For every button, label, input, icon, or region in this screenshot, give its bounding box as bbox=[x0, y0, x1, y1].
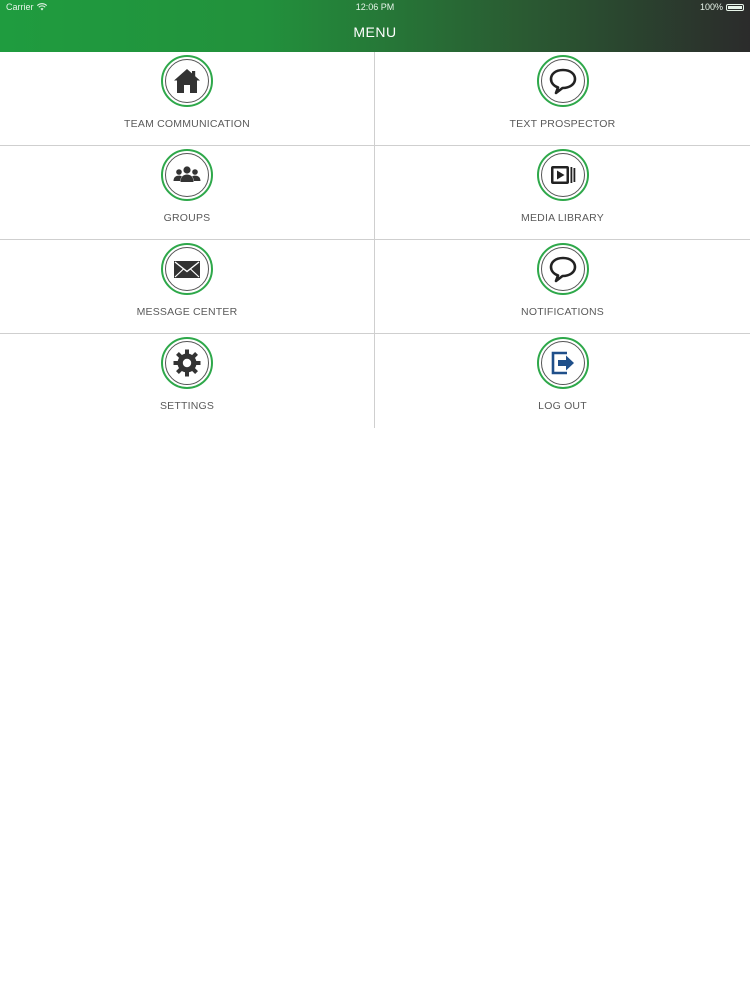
people-icon bbox=[161, 149, 213, 201]
speech-bubble-icon bbox=[536, 55, 589, 107]
menu-item-settings[interactable]: SETTINGS bbox=[0, 334, 375, 428]
battery-percent: 100% bbox=[699, 2, 723, 12]
menu-item-label: LOG OUT bbox=[538, 400, 587, 412]
menu-item-label: SETTINGS bbox=[159, 400, 215, 412]
speech-bubble-icon bbox=[536, 243, 589, 295]
media-play-icon bbox=[536, 149, 589, 201]
page-title: MENU bbox=[353, 24, 397, 40]
menu-item-text-prospector[interactable]: TEXT PROSPECTOR bbox=[375, 52, 750, 146]
status-bar: Carrier 12:06 PM 100% bbox=[0, 0, 750, 14]
menu-item-groups[interactable]: GROUPS bbox=[0, 146, 375, 240]
envelope-icon bbox=[161, 243, 213, 295]
menu-item-team-communication[interactable]: TEAM COMMUNICATION bbox=[0, 52, 375, 146]
menu-item-log-out[interactable]: LOG OUT bbox=[375, 334, 750, 428]
header-bar: Carrier 12:06 PM 100% MENU bbox=[0, 0, 750, 52]
status-time: 12:06 PM bbox=[355, 2, 395, 12]
logout-icon bbox=[536, 337, 589, 389]
menu-item-notifications[interactable]: NOTIFICATIONS bbox=[375, 240, 750, 334]
menu-item-label: MEDIA LIBRARY bbox=[521, 212, 604, 224]
menu-item-media-library[interactable]: MEDIA LIBRARY bbox=[375, 146, 750, 240]
menu-item-message-center[interactable]: MESSAGE CENTER bbox=[0, 240, 375, 334]
battery-indicator: 100% bbox=[700, 0, 744, 14]
menu-item-label: TEXT PROSPECTOR bbox=[509, 118, 616, 130]
menu-item-label: TEAM COMMUNICATION bbox=[124, 118, 250, 130]
menu-item-label: GROUPS bbox=[163, 212, 211, 224]
menu-item-label: MESSAGE CENTER bbox=[136, 306, 238, 318]
gear-icon bbox=[161, 337, 213, 389]
home-icon bbox=[161, 55, 213, 107]
menu-grid: TEAM COMMUNICATION TEXT PROSPECTOR GROUP… bbox=[0, 52, 750, 428]
menu-item-label: NOTIFICATIONS bbox=[521, 306, 604, 318]
battery-icon bbox=[726, 3, 744, 11]
